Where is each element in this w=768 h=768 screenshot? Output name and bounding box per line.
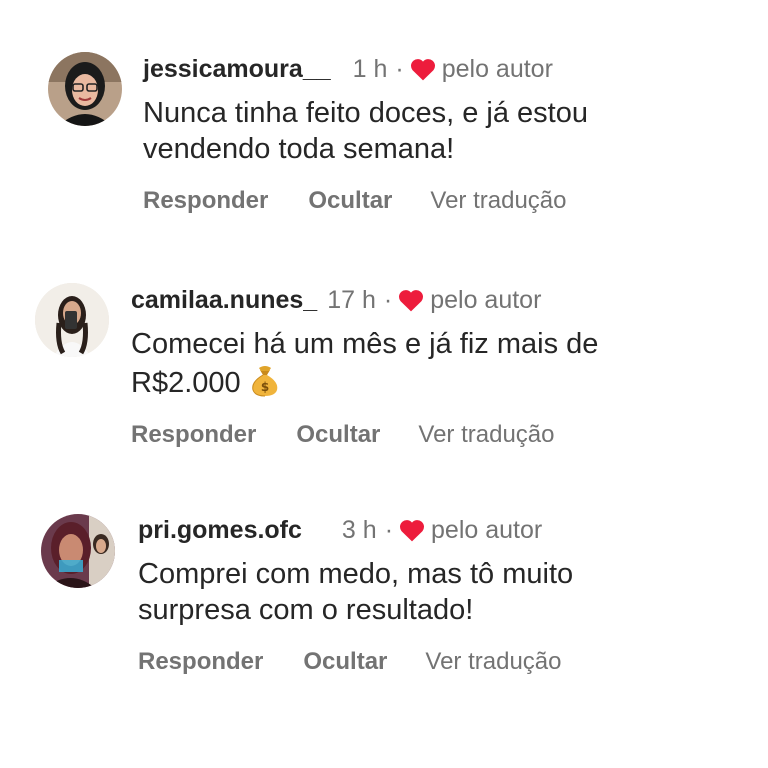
- comment-text-line: Comecei há um mês e já fiz mais de: [131, 328, 599, 360]
- avatar[interactable]: [35, 283, 109, 357]
- comment-meta: camilaa.nunes_ 17 h · pelo autor: [131, 284, 598, 316]
- comment-item: jessicamoura__ 1 h · pelo autor Nunca ti…: [0, 0, 768, 250]
- comment-text-line: R$2.000 $: [131, 362, 598, 401]
- liked-by-author-label: pelo autor: [431, 515, 543, 544]
- hide-button[interactable]: Ocultar: [308, 187, 392, 215]
- avatar[interactable]: [48, 52, 122, 126]
- timestamp: 3 h: [341, 515, 377, 544]
- comment-item: pri.gomes.ofc 3 h · pelo autor Comprei c…: [0, 490, 768, 730]
- separator: ·: [395, 54, 404, 83]
- translate-button[interactable]: Ver tradução: [430, 187, 566, 215]
- liked-by-author-label: pelo autor: [430, 285, 542, 314]
- comment-item: camilaa.nunes_ 17 h · pelo autor Comecei…: [0, 250, 768, 490]
- hide-button[interactable]: Ocultar: [303, 648, 387, 676]
- comment-text-segment: R$2.000: [131, 367, 241, 399]
- comment-text: Nunca tinha feito doces, e já estou vend…: [143, 95, 588, 167]
- comment-body: camilaa.nunes_ 17 h · pelo autor Comecei…: [131, 284, 598, 449]
- comment-body: pri.gomes.ofc 3 h · pelo autor Comprei c…: [138, 514, 573, 676]
- translate-button[interactable]: Ver tradução: [418, 421, 554, 449]
- comment-body: jessicamoura__ 1 h · pelo autor Nunca ti…: [143, 53, 588, 215]
- username[interactable]: camilaa.nunes_: [131, 286, 317, 315]
- timestamp: 1 h: [352, 54, 388, 83]
- translate-button[interactable]: Ver tradução: [425, 648, 561, 676]
- liked-by-author-label: pelo autor: [441, 54, 553, 83]
- comment-text-line: vendendo toda semana!: [143, 133, 455, 165]
- heart-icon: [410, 59, 435, 81]
- comment-text-line: surpresa com o resultado!: [138, 594, 474, 626]
- separator: ·: [383, 285, 393, 314]
- comment-actions: Responder Ocultar Ver tradução: [131, 421, 598, 449]
- avatar[interactable]: [41, 514, 115, 588]
- reply-button[interactable]: Responder: [131, 421, 256, 449]
- separator: ·: [384, 515, 394, 544]
- heart-icon: [400, 520, 425, 542]
- hide-button[interactable]: Ocultar: [296, 421, 380, 449]
- reply-button[interactable]: Responder: [143, 187, 268, 215]
- comment-meta: pri.gomes.ofc 3 h · pelo autor: [138, 514, 573, 546]
- username[interactable]: pri.gomes.ofc: [138, 516, 302, 545]
- comment-actions: Responder Ocultar Ver tradução: [143, 187, 588, 215]
- comment-text-line: Nunca tinha feito doces, e já estou: [143, 97, 588, 129]
- money-bag-icon: $: [251, 366, 277, 397]
- svg-text:$: $: [260, 380, 268, 394]
- comment-actions: Responder Ocultar Ver tradução: [138, 648, 573, 676]
- comment-text: Comprei com medo, mas tô muito surpresa …: [138, 556, 573, 628]
- comment-text: Comecei há um mês e já fiz mais de R$2.0…: [131, 326, 598, 401]
- comment-text-line: Comprei com medo, mas tô muito: [138, 558, 574, 590]
- heart-icon: [399, 290, 424, 312]
- username[interactable]: jessicamoura__: [143, 55, 331, 84]
- timestamp: 17 h: [327, 285, 376, 314]
- reply-button[interactable]: Responder: [138, 648, 263, 676]
- comment-meta: jessicamoura__ 1 h · pelo autor: [143, 53, 588, 85]
